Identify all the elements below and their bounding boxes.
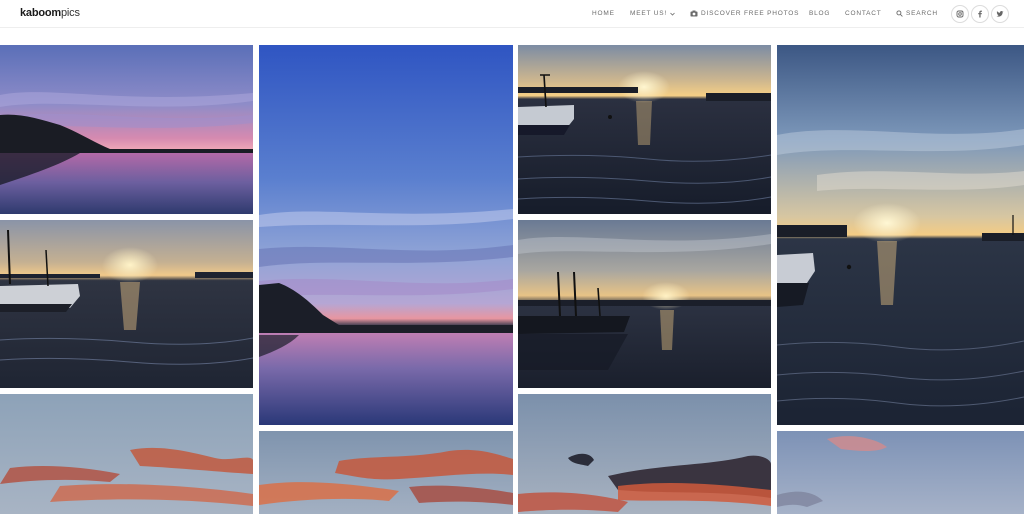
- nav-search-label: SEARCH: [906, 10, 938, 17]
- nav-contact-label: CONTACT: [845, 10, 882, 17]
- nav-blog-label: BLOG: [809, 10, 831, 17]
- nav-search[interactable]: SEARCH: [896, 10, 938, 17]
- photo-boat-golden-hour[interactable]: [518, 45, 771, 214]
- nav-blog[interactable]: BLOG: [809, 10, 830, 17]
- twitter-button[interactable]: [991, 5, 1009, 23]
- instagram-button[interactable]: [951, 5, 969, 23]
- instagram-icon: [956, 5, 964, 23]
- twitter-icon: [996, 5, 1004, 23]
- logo-light-text: pics: [60, 7, 80, 19]
- nav-meet-us[interactable]: MEET US!: [630, 10, 675, 17]
- photo-clouds-1[interactable]: [0, 394, 253, 514]
- photo-dusk-headland[interactable]: [0, 45, 253, 214]
- photo-boat-sunset-1[interactable]: [0, 220, 253, 388]
- photo-boats-silhouette[interactable]: [518, 220, 771, 388]
- site-logo[interactable]: kaboompics: [20, 7, 80, 19]
- nav-contact[interactable]: CONTACT: [845, 10, 882, 17]
- photo-sunset-tall[interactable]: [777, 45, 1024, 425]
- photo-clouds-2[interactable]: [259, 431, 513, 514]
- nav-meet-us-label: MEET US!: [630, 10, 667, 17]
- nav-home[interactable]: HOME: [592, 10, 615, 17]
- chevron-down-icon: [670, 12, 675, 16]
- facebook-button[interactable]: [971, 5, 989, 23]
- nav-discover[interactable]: DISCOVER FREE PHOTOS: [690, 10, 799, 17]
- search-icon: [896, 10, 903, 17]
- site-header: kaboompics HOME MEET US! DISCOVER FREE P…: [0, 0, 1024, 28]
- photo-clouds-4[interactable]: [777, 431, 1024, 514]
- logo-bold-text: kaboom: [20, 7, 61, 19]
- photo-clouds-3[interactable]: [518, 394, 771, 514]
- nav-discover-label: DISCOVER FREE PHOTOS: [701, 10, 800, 17]
- camera-icon: [690, 10, 698, 17]
- photo-twilight-sky-tall[interactable]: [259, 45, 513, 425]
- facebook-icon: [976, 5, 984, 23]
- nav-home-label: HOME: [592, 10, 615, 17]
